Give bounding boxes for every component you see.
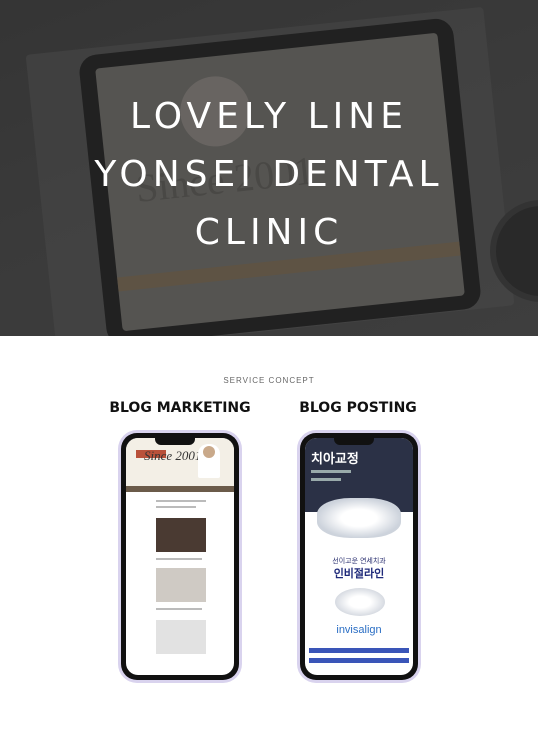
post-info-bar	[309, 648, 409, 653]
blog-marketing-screen: Since 2001	[126, 438, 234, 675]
blog-since-text: Since 2001	[144, 448, 202, 463]
hero-banner: Since 2001 LOVELY LINE YONSEI DENTAL CLI…	[0, 0, 538, 336]
hero-title-line-1: LOVELY LINE	[130, 96, 408, 137]
blog-posting-screen: 치아교정 선이고운 연세치과 인비절라인 invisalign	[305, 438, 413, 675]
blog-marketing-phone: Since 2001	[121, 433, 239, 680]
blog-text-line	[156, 558, 202, 560]
post-subtext-line	[311, 470, 351, 473]
blog-nav-bar	[126, 486, 234, 492]
hero-title-line-2: YONSEI DENTAL	[94, 154, 444, 195]
post-headline: 인비절라인	[333, 567, 385, 580]
blog-photo-lobby	[156, 568, 206, 602]
blog-text-line	[156, 500, 206, 502]
invisalign-logo: invisalign	[336, 624, 382, 636]
blog-posting-phone: 치아교정 선이고운 연세치과 인비절라인 invisalign	[300, 433, 418, 680]
blog-text-line	[156, 608, 202, 610]
blog-marketing-title: BLOG MARKETING	[109, 400, 251, 416]
phone-notch	[334, 437, 374, 445]
hero-title-line-3: CLINIC	[194, 212, 344, 253]
doctor-photo	[198, 444, 220, 478]
hero-title: LOVELY LINE YONSEI DENTAL CLINIC	[0, 88, 538, 262]
blog-photo-clinic	[156, 518, 206, 552]
aligner-image	[335, 588, 385, 616]
post-subtext-line	[311, 478, 341, 481]
post-info-bar	[309, 658, 409, 663]
phone-notch	[155, 437, 195, 445]
section-kicker: SERVICE CONCEPT	[223, 376, 315, 385]
blog-header: Since 2001	[126, 438, 234, 486]
blog-text-line	[156, 506, 196, 508]
teeth-image	[317, 498, 401, 538]
post-heading: 치아교정	[311, 452, 359, 467]
blog-posting-title: BLOG POSTING	[299, 400, 417, 416]
blog-photo-room	[156, 620, 206, 654]
